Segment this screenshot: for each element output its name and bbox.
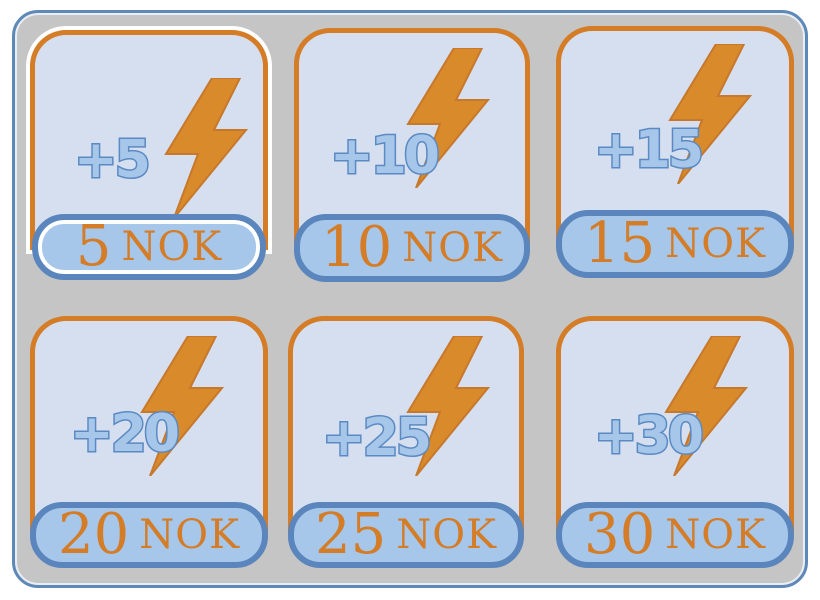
energy-amount: +25 [321, 408, 434, 468]
price-currency: NOK [121, 224, 223, 270]
price-currency: NOK [396, 512, 497, 558]
price-value: 20 [58, 502, 130, 567]
price-value: 15 [584, 211, 656, 276]
energy-pack-card-5[interactable]: +5 5 NOK [30, 30, 268, 280]
energy-amount: +30 [593, 406, 706, 466]
price-value: 30 [584, 502, 656, 567]
price-currency: NOK [665, 221, 766, 267]
energy-amount: +15 [593, 120, 706, 180]
price-value: 10 [321, 215, 393, 280]
price-currency: NOK [402, 225, 503, 271]
price-currency: NOK [139, 512, 240, 558]
energy-amount: +5 [73, 130, 153, 190]
price-currency: NOK [665, 512, 766, 558]
energy-pack-card-20[interactable]: +20 20 NOK [30, 316, 268, 568]
energy-amount: +20 [69, 404, 182, 464]
energy-amount: +10 [329, 126, 442, 186]
price-value: 25 [315, 502, 387, 567]
price-button[interactable]: 15 NOK [556, 210, 794, 278]
price-value: 5 [75, 214, 112, 279]
lightning-bolt-icon [164, 78, 249, 218]
price-button[interactable]: 30 NOK [556, 502, 794, 568]
price-button[interactable]: 20 NOK [30, 502, 268, 568]
price-button[interactable]: 5 NOK [32, 214, 266, 280]
energy-pack-card-10[interactable]: +10 10 NOK [294, 28, 530, 282]
energy-pack-card-25[interactable]: +25 25 NOK [288, 316, 524, 568]
price-button[interactable]: 10 NOK [294, 214, 530, 282]
price-button[interactable]: 25 NOK [288, 502, 524, 568]
energy-pack-card-30[interactable]: +30 30 NOK [556, 316, 794, 568]
energy-pack-card-15[interactable]: +15 15 NOK [556, 26, 794, 278]
